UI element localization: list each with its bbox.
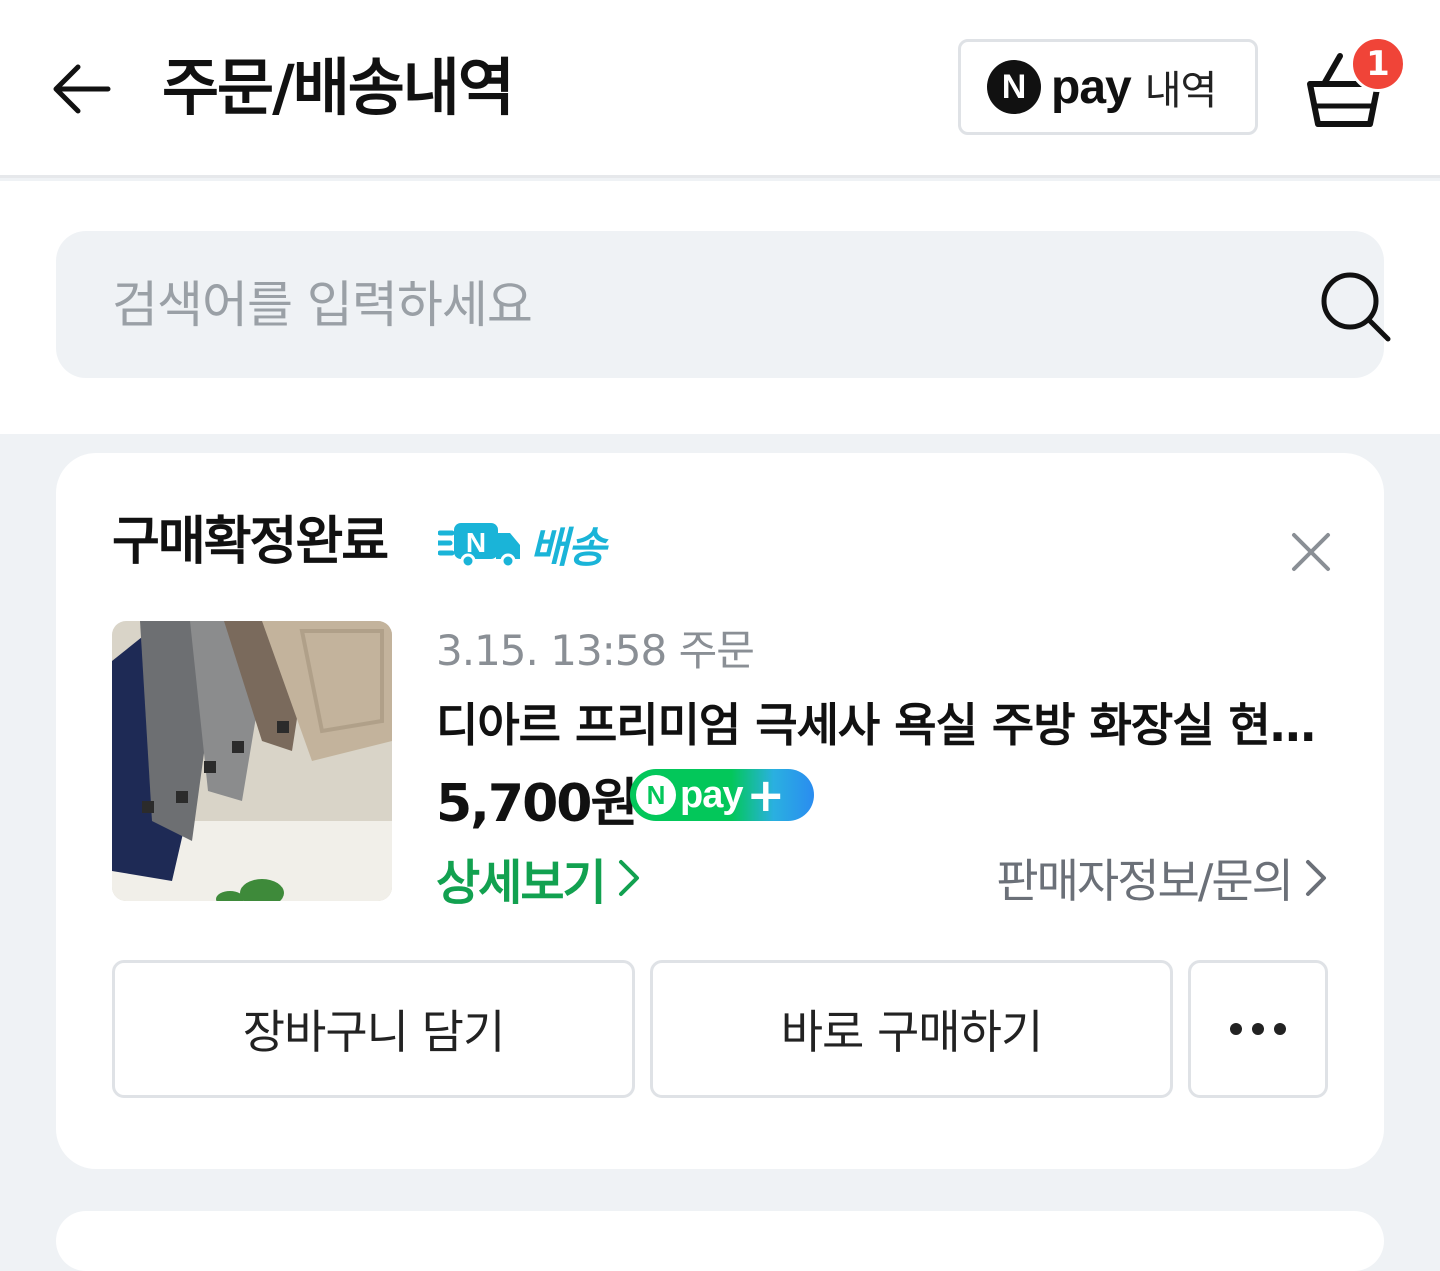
order-date: 3.15. 13:58 주문 (436, 626, 755, 675)
view-details-label: 상세보기 (436, 855, 607, 911)
search-area (0, 181, 1440, 434)
npay-n-icon: N (636, 775, 676, 815)
chevron-right-icon (618, 860, 639, 896)
delivery-truck-icon: N (438, 523, 520, 569)
npay-word: pay (680, 773, 743, 816)
chevron-right-icon (1306, 860, 1326, 896)
shopping-basket-button[interactable]: 1 (1300, 36, 1410, 136)
npay-history-button[interactable]: N pay 내역 (958, 39, 1258, 135)
n-delivery-badge: N 배송 (438, 519, 606, 572)
plus-icon: + (746, 768, 786, 822)
add-to-cart-button[interactable]: 장바구니 담기 (112, 960, 635, 1098)
view-details-link[interactable]: 상세보기 (436, 843, 641, 913)
delivery-n-mark: N (466, 527, 486, 558)
product-image[interactable] (112, 621, 392, 901)
close-icon[interactable] (1288, 529, 1334, 575)
product-name[interactable]: 디아르 프리미엄 극세사 욕실 주방 화장실 현... (436, 689, 1316, 755)
buy-now-button[interactable]: 바로 구매하기 (650, 960, 1173, 1098)
next-order-card (56, 1211, 1384, 1271)
pay-history-label: 내역 (1144, 68, 1218, 114)
seller-info-link[interactable]: 판매자정보/문의 (996, 845, 1328, 911)
search-icon[interactable] (1318, 269, 1394, 345)
order-status: 구매확정완료 (112, 512, 389, 572)
more-options-button[interactable] (1188, 960, 1328, 1098)
back-arrow-icon[interactable] (48, 54, 118, 124)
naver-n-icon: N (987, 60, 1041, 114)
pay-logo-text: pay (1051, 60, 1132, 114)
order-card: 구매확정완료 N 배송 3.15. 13:58 주문 디아르 프리미엄 극세사 … (56, 453, 1384, 1169)
header: 주문/배송내역 N pay 내역 1 (0, 0, 1440, 178)
npay-plus-badge: N pay + (630, 769, 814, 821)
search-input[interactable] (112, 231, 1262, 378)
seller-info-label: 판매자정보/문의 (996, 854, 1294, 908)
more-dots-icon (1230, 1023, 1286, 1035)
product-price: 5,700원 (436, 774, 638, 834)
delivery-badge-label: 배송 (530, 522, 606, 572)
page-title: 주문/배송내역 (162, 51, 515, 124)
cart-count-badge: 1 (1350, 36, 1406, 92)
search-box (56, 231, 1391, 378)
